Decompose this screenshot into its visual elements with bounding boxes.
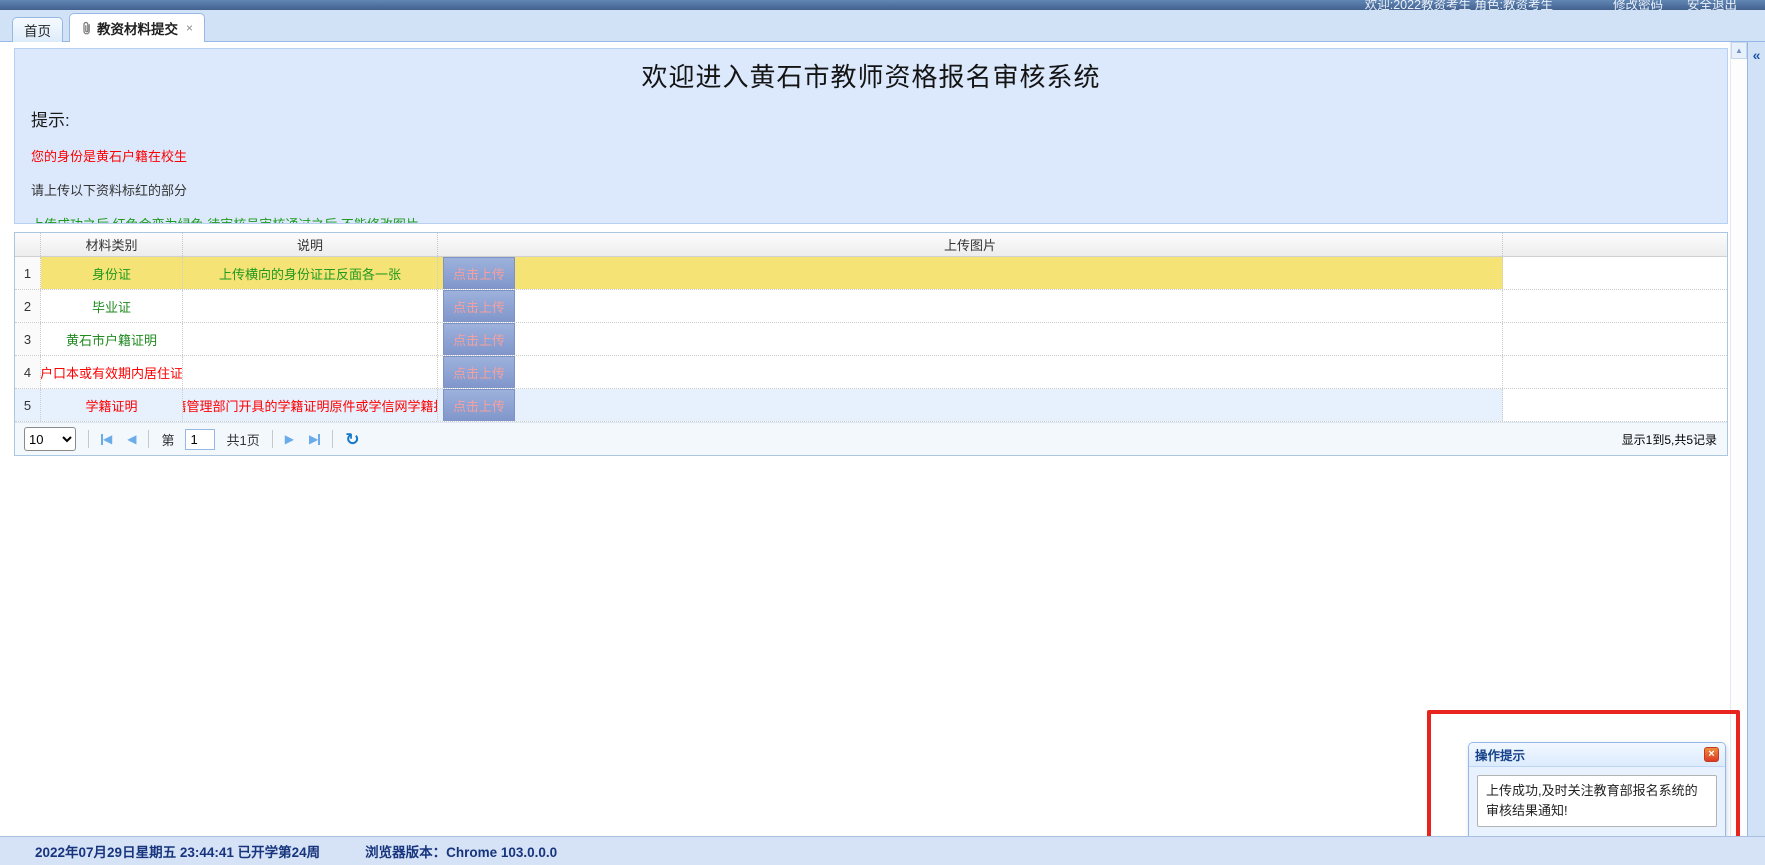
material-category: 户口本或有效期内居住证 [41, 356, 183, 388]
row-trailing-cell [1503, 389, 1727, 421]
pager-separator [272, 430, 273, 448]
browser-version-text: 浏览器版本：Chrome 103.0.0.0 [365, 841, 557, 861]
close-icon[interactable]: × [1704, 747, 1719, 762]
header-trailing [1503, 233, 1727, 256]
row-trailing-cell [1503, 290, 1727, 322]
logout-link[interactable]: 安全退出 [1687, 0, 1737, 10]
material-description [183, 356, 438, 388]
change-password-link[interactable]: 修改密码 [1613, 0, 1663, 10]
popup-title: 操作提示 [1475, 745, 1704, 764]
upload-button[interactable]: 点击上传 [443, 389, 515, 421]
datetime-text: 2022年07月29日星期五 23:44:41 已开学第24周 [35, 841, 320, 861]
pager-separator [332, 430, 333, 448]
refresh-icon[interactable]: ↻ [345, 431, 359, 448]
last-page-icon[interactable]: ▶ [309, 433, 320, 445]
pager-bar: 10 ◀ ◀ 第 共1页 ▶ ▶ ↻ 显示1到5,共5记录 [15, 422, 1727, 455]
tab-close-icon[interactable]: × [186, 21, 193, 35]
row-number: 4 [15, 356, 41, 388]
header-category: 材料类别 [41, 233, 183, 256]
page-title: 欢迎进入黄石市教师资格报名审核系统 [31, 57, 1711, 94]
header-upload-image: 上传图片 [438, 233, 1503, 256]
row-number: 1 [15, 257, 41, 289]
material-description [183, 290, 438, 322]
tab-content-panel: 欢迎进入黄石市教师资格报名审核系统 提示: 您的身份是黄石户籍在校生 请上传以下… [0, 42, 1765, 836]
row-number: 5 [15, 389, 41, 421]
notice-panel: 欢迎进入黄石市教师资格报名审核系统 提示: 您的身份是黄石户籍在校生 请上传以下… [14, 48, 1728, 224]
material-description: 学籍管理部门开具的学籍证明原件或学信网学籍报告 [183, 389, 438, 421]
upload-cell: 点击上传 [438, 257, 1503, 289]
table-row: 3 黄石市户籍证明 点击上传 [15, 323, 1727, 356]
pager-separator [88, 430, 89, 448]
material-category: 学籍证明 [41, 389, 183, 421]
tab-home-label: 首页 [24, 20, 51, 40]
tab-home[interactable]: 首页 [12, 17, 63, 42]
top-bar: 欢迎:2022教资考生 角色:教资考生 修改密码 安全退出 [0, 0, 1765, 10]
upload-button[interactable]: 点击上传 [443, 323, 515, 355]
hint-line: 请上传以下资料标红的部分 [31, 180, 1711, 199]
vertical-scrollbar[interactable]: ▲ [1730, 42, 1747, 836]
hint-line: 上传成功之后,红色会变为绿色 待审核员审核通过之后,不能修改图片 [31, 214, 1711, 224]
row-trailing-cell [1503, 323, 1727, 355]
row-trailing-cell [1503, 257, 1727, 289]
row-trailing-cell [1503, 356, 1727, 388]
east-collapsed-panel: « [1747, 42, 1765, 836]
upload-button[interactable]: 点击上传 [443, 290, 515, 322]
upload-cell: 点击上传 [438, 290, 1503, 322]
header-rownum [15, 233, 41, 256]
popup-body: 上传成功,及时关注教育部报名系统的审核结果通知! [1469, 767, 1725, 835]
app-window: 欢迎:2022教资考生 角色:教资考生 修改密码 安全退出 首页 教资材料提交 … [0, 0, 1765, 865]
row-number: 3 [15, 323, 41, 355]
next-page-icon[interactable]: ▶ [285, 433, 294, 445]
operation-tip-popup: 操作提示 × 上传成功,及时关注教育部报名系统的审核结果通知! [1468, 742, 1726, 836]
tab-bar: 首页 教资材料提交 × [0, 10, 1765, 42]
material-category: 黄石市户籍证明 [41, 323, 183, 355]
welcome-text: 欢迎:2022教资考生 角色:教资考生 [1365, 0, 1553, 10]
scroll-up-icon[interactable]: ▲ [1731, 42, 1747, 59]
table-row: 4 户口本或有效期内居住证 点击上传 [15, 356, 1727, 389]
tab-material-submit-label: 教资材料提交 [97, 18, 178, 38]
table-row: 1 身份证 上传横向的身份证正反面各一张 点击上传 [15, 257, 1727, 290]
table-row: 2 毕业证 点击上传 [15, 290, 1727, 323]
page-number-input[interactable] [185, 429, 215, 450]
prev-page-icon[interactable]: ◀ [127, 433, 136, 445]
paperclip-icon [81, 21, 92, 36]
upload-cell: 点击上传 [438, 389, 1503, 421]
table-row: 5 学籍证明 学籍管理部门开具的学籍证明原件或学信网学籍报告 点击上传 [15, 389, 1727, 422]
page-suffix-label: 共1页 [226, 430, 259, 449]
tab-material-submit[interactable]: 教资材料提交 × [69, 13, 205, 42]
popup-header: 操作提示 × [1469, 743, 1725, 767]
pager-summary: 显示1到5,共5记录 [1622, 431, 1717, 448]
material-description: 上传横向的身份证正反面各一张 [183, 257, 438, 289]
collapse-icon[interactable]: « [1748, 47, 1765, 63]
upload-button[interactable]: 点击上传 [443, 257, 515, 289]
hint-label: 提示: [31, 106, 1711, 131]
hint-lines: 您的身份是黄石户籍在校生 请上传以下资料标红的部分 上传成功之后,红色会变为绿色… [31, 146, 1711, 224]
material-category: 身份证 [41, 257, 183, 289]
popup-message: 上传成功,及时关注教育部报名系统的审核结果通知! [1477, 775, 1717, 827]
upload-cell: 点击上传 [438, 356, 1503, 388]
page-size-select[interactable]: 10 [24, 427, 76, 451]
header-description: 说明 [183, 233, 438, 256]
page-prefix-label: 第 [161, 430, 174, 449]
upload-cell: 点击上传 [438, 323, 1503, 355]
table-body: 1 身份证 上传横向的身份证正反面各一张 点击上传 2 毕业证 点击上传 3 黄… [15, 257, 1727, 422]
status-bar: 2022年07月29日星期五 23:44:41 已开学第24周 浏览器版本：Ch… [0, 836, 1765, 865]
material-description [183, 323, 438, 355]
upload-button[interactable]: 点击上传 [443, 356, 515, 388]
table-header-row: 材料类别 说明 上传图片 [15, 233, 1727, 257]
row-number: 2 [15, 290, 41, 322]
hint-line: 您的身份是黄石户籍在校生 [31, 146, 1711, 165]
materials-datagrid: 材料类别 说明 上传图片 1 身份证 上传横向的身份证正反面各一张 点击上传 2… [14, 232, 1728, 456]
pager-separator [148, 430, 149, 448]
first-page-icon[interactable]: ◀ [101, 433, 112, 445]
material-category: 毕业证 [41, 290, 183, 322]
